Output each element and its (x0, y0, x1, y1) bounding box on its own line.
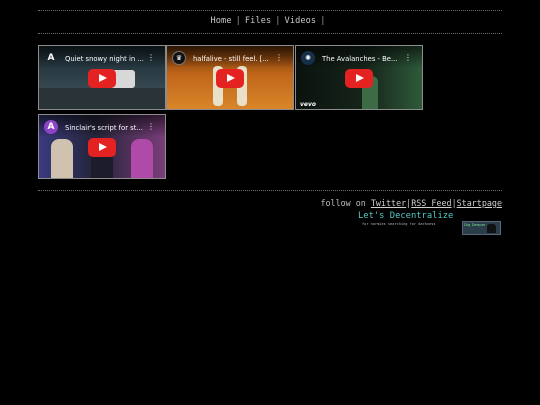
video-embed-3[interactable]: ✺ The Avalanches - Be... ⋮ vevo (295, 45, 423, 110)
follow-links: follow on Twitter|RSS Feed|Startpage (320, 198, 502, 208)
more-options-icon[interactable]: ⋮ (147, 123, 155, 131)
video-title[interactable]: halfalive - still feel. [... (193, 55, 277, 63)
footer-divider (38, 190, 502, 191)
main-nav: Home | Files | Videos | (38, 16, 502, 26)
badge-text: Dig Deeper (464, 222, 486, 227)
anchor-shape (131, 139, 153, 178)
follow-prefix: follow on (320, 198, 371, 208)
avalanches-logo-icon[interactable]: ✺ (301, 51, 315, 65)
channel-icon-letter: A (47, 53, 55, 63)
figure-silhouette-icon (487, 224, 496, 233)
video-embed-4[interactable]: A Sinclair's script for st... ⋮ (38, 114, 166, 179)
rss-feed-link[interactable]: RSS Feed (411, 198, 451, 208)
nav-files-link[interactable]: Files (245, 16, 271, 26)
video-title[interactable]: Quiet snowy night in ... (65, 55, 149, 63)
page: Home | Files | Videos | A Quiet snowy night i… (0, 0, 540, 405)
video-embed-1[interactable]: A Quiet snowy night in ... ⋮ (38, 45, 166, 110)
nav-separator: | (275, 16, 281, 26)
play-button-icon[interactable] (88, 137, 116, 157)
more-options-icon[interactable]: ⋮ (404, 54, 412, 62)
video-embed-2[interactable]: ♛ halfalive - still feel. [... ⋮ (166, 45, 294, 110)
startpage-link[interactable]: Startpage (457, 198, 502, 208)
more-options-icon[interactable]: ⋮ (275, 54, 283, 62)
decentralize-heading: Let's Decentralize (358, 211, 454, 221)
play-button-icon[interactable] (345, 68, 373, 88)
vevo-watermark: vevo (300, 101, 317, 108)
channel-a-logo-icon[interactable]: A (44, 51, 58, 65)
video-title[interactable]: The Avalanches - Be... (322, 55, 406, 63)
play-button-icon[interactable] (88, 68, 116, 88)
lion-logo-icon[interactable]: ♛ (172, 51, 186, 65)
street-shape (39, 88, 165, 109)
nav-home-link[interactable]: Home (211, 16, 232, 26)
video-title[interactable]: Sinclair's script for st... (65, 124, 149, 132)
channel-avatar-a-icon[interactable]: A (44, 120, 58, 134)
more-options-icon[interactable]: ⋮ (147, 54, 155, 62)
nav-divider (38, 33, 502, 34)
dig-deeper-badge[interactable]: Dig Deeper (462, 221, 501, 235)
nav-separator: | (235, 16, 241, 26)
nav-videos-link[interactable]: Videos (285, 16, 317, 26)
nav-separator: | (320, 16, 326, 26)
play-button-icon[interactable] (216, 68, 244, 88)
top-divider (38, 10, 502, 11)
channel-icon-letter: A (47, 122, 55, 132)
anchor-shape (51, 139, 73, 178)
twitter-link[interactable]: Twitter (371, 198, 406, 208)
decentralize-tagline: for normies searching for darkness (362, 222, 436, 226)
